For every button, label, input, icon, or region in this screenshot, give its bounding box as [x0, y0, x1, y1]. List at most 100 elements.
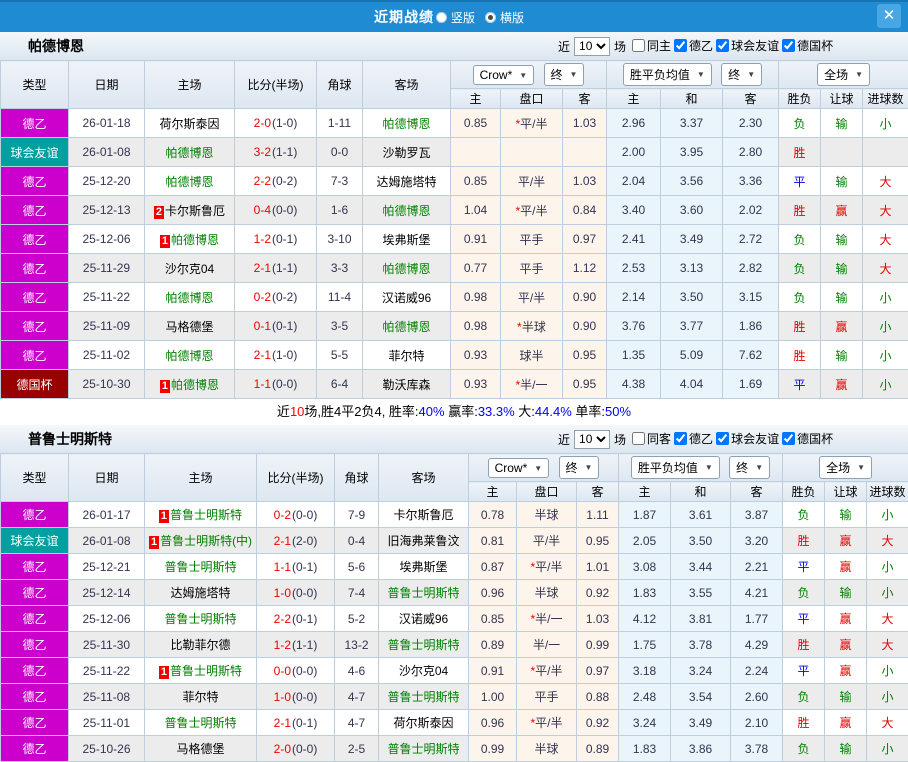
league-type-badge: 德乙 — [1, 254, 69, 283]
away-team-name[interactable]: 普鲁士明斯特 — [387, 638, 459, 652]
home-team-cell: 普鲁士明斯特 — [145, 606, 257, 632]
away-team-name[interactable]: 勒沃库森 — [382, 378, 430, 392]
home-team-name[interactable]: 帕德博恩 — [165, 146, 213, 160]
away-team-name[interactable]: 旧海弗莱鲁汶 — [387, 534, 459, 548]
checkbox-input[interactable] — [716, 432, 729, 445]
home-team-name[interactable]: 荷尔斯泰因 — [159, 117, 219, 131]
odds-company-select[interactable]: Crow*▼ — [473, 65, 535, 85]
result-handicap: 输 — [825, 684, 867, 710]
result-wdl: 平 — [783, 606, 825, 632]
away-team-name[interactable]: 达姆施塔特 — [376, 175, 436, 189]
away-team-name[interactable]: 菲尔特 — [388, 349, 424, 363]
home-team-cell: 沙尔克04 — [145, 254, 235, 283]
same-venue-checkbox[interactable]: 同主 — [630, 37, 671, 54]
layout-radio-option[interactable]: 竖版 — [436, 9, 475, 26]
checkbox-input[interactable] — [782, 432, 795, 445]
home-team-name[interactable]: 马格德堡 — [176, 742, 224, 756]
chevron-down-icon: ▼ — [570, 70, 578, 79]
col-header-score: 比分(半场) — [257, 454, 335, 502]
home-team-name[interactable]: 帕德博恩 — [165, 291, 213, 305]
checkbox-input[interactable] — [632, 39, 645, 52]
home-team-name[interactable]: 比勒菲尔德 — [170, 638, 230, 652]
recent-count-select[interactable]: 10 — [574, 37, 610, 56]
team-section: 普鲁士明斯特 近 10 场 同客 德乙 球会友谊 德国杯 — [0, 425, 908, 762]
home-team-name[interactable]: 菲尔特 — [182, 690, 218, 704]
result-handicap: 赢 — [821, 196, 863, 225]
away-team-name[interactable]: 帕德博恩 — [382, 320, 430, 334]
home-team-name[interactable]: 普鲁士明斯特 — [164, 560, 236, 574]
away-team-name[interactable]: 卡尔斯鲁厄 — [393, 508, 453, 522]
home-team-name[interactable]: 达姆施塔特 — [170, 586, 230, 600]
away-team-name[interactable]: 埃弗斯堡 — [382, 233, 430, 247]
avg-home-odds: 2.00 — [607, 138, 661, 167]
away-team-name[interactable]: 荷尔斯泰因 — [393, 716, 453, 730]
close-icon[interactable]: ✕ — [877, 4, 901, 28]
away-team-name[interactable]: 普鲁士明斯特 — [387, 690, 459, 704]
avg-final-select[interactable]: 终▼ — [721, 63, 762, 86]
same-venue-checkbox[interactable]: 同客 — [630, 430, 671, 447]
checkbox-input[interactable] — [674, 39, 687, 52]
away-team-name[interactable]: 埃弗斯堡 — [399, 560, 447, 574]
recent-count-select[interactable]: 10 — [574, 430, 610, 449]
league-checkbox[interactable]: 德乙 — [672, 37, 713, 54]
handicap-away-odds: 0.89 — [577, 736, 619, 762]
home-team-name[interactable]: 马格德堡 — [165, 320, 213, 334]
league-checkbox[interactable]: 球会友谊 — [714, 37, 779, 54]
avg-odds-select[interactable]: 胜平负均值▼ — [631, 456, 720, 479]
checkbox-input[interactable] — [782, 39, 795, 52]
away-team-name[interactable]: 汉诺威96 — [399, 612, 448, 626]
home-team-name[interactable]: 普鲁士明斯特 — [170, 664, 242, 678]
away-team-cell: 旧海弗莱鲁汶 — [379, 528, 469, 554]
away-team-name[interactable]: 普鲁士明斯特 — [387, 742, 459, 756]
checkbox-input[interactable] — [674, 432, 687, 445]
home-team-name[interactable]: 沙尔克04 — [165, 262, 214, 276]
league-checkbox[interactable]: 德国杯 — [780, 37, 833, 54]
checkbox-label: 球会友谊 — [731, 37, 779, 54]
league-checkbox[interactable]: 德乙 — [672, 430, 713, 447]
full-match-select[interactable]: 全场▼ — [817, 63, 870, 86]
avg-final-select[interactable]: 终▼ — [729, 456, 770, 479]
odds-company-select[interactable]: Crow*▼ — [488, 458, 550, 478]
sub-col-handicap-line: 盘口 — [517, 482, 577, 502]
score-cell: 2-1(0-1) — [257, 710, 335, 736]
full-match-select[interactable]: 全场▼ — [819, 456, 872, 479]
away-team-name[interactable]: 汉诺威96 — [382, 291, 431, 305]
away-team-name[interactable]: 帕德博恩 — [382, 204, 430, 218]
odds-final-select[interactable]: 终▼ — [544, 63, 585, 86]
checkbox-input[interactable] — [716, 39, 729, 52]
col-header-away: 客场 — [363, 61, 451, 109]
avg-home-odds: 2.05 — [619, 528, 671, 554]
league-checkbox[interactable]: 球会友谊 — [714, 430, 779, 447]
avg-away-odds: 2.02 — [723, 196, 779, 225]
radio-icon[interactable] — [485, 12, 496, 23]
avg-group-header: 胜平负均值▼ 终▼ — [607, 61, 779, 89]
away-team-name[interactable]: 普鲁士明斯特 — [387, 586, 459, 600]
checkbox-input[interactable] — [632, 432, 645, 445]
result-wdl: 胜 — [779, 312, 821, 341]
match-row: 德乙 25-11-30 比勒菲尔德 1-2(1-1) 13-2 普鲁士明斯特 0… — [1, 632, 908, 658]
away-team-name[interactable]: 帕德博恩 — [382, 117, 430, 131]
home-team-name[interactable]: 帕德博恩 — [171, 378, 219, 392]
home-team-name[interactable]: 普鲁士明斯特(中) — [160, 534, 252, 548]
away-team-name[interactable]: 沙尔克04 — [399, 664, 448, 678]
away-team-name[interactable]: 沙勒罗瓦 — [382, 146, 430, 160]
handicap-home-odds: 0.81 — [469, 528, 517, 554]
avg-odds-select[interactable]: 胜平负均值▼ — [623, 63, 712, 86]
avg-draw-odds: 3.86 — [671, 736, 731, 762]
layout-radio-option[interactable]: 横版 — [485, 9, 524, 26]
home-team-name[interactable]: 普鲁士明斯特 — [170, 508, 242, 522]
league-type-badge: 德国杯 — [1, 370, 69, 399]
away-team-name[interactable]: 帕德博恩 — [382, 262, 430, 276]
league-checkbox[interactable]: 德国杯 — [780, 430, 833, 447]
sub-col-goals: 进球数 — [867, 482, 908, 502]
avg-away-odds: 1.69 — [723, 370, 779, 399]
home-team-name[interactable]: 普鲁士明斯特 — [164, 716, 236, 730]
home-team-name[interactable]: 帕德博恩 — [165, 349, 213, 363]
home-team-name[interactable]: 帕德博恩 — [171, 233, 219, 247]
home-team-name[interactable]: 帕德博恩 — [165, 175, 213, 189]
league-type-badge: 球会友谊 — [1, 138, 69, 167]
home-team-name[interactable]: 卡尔斯鲁厄 — [165, 204, 225, 218]
odds-final-select[interactable]: 终▼ — [559, 456, 600, 479]
home-team-name[interactable]: 普鲁士明斯特 — [164, 612, 236, 626]
radio-icon[interactable] — [436, 12, 447, 23]
